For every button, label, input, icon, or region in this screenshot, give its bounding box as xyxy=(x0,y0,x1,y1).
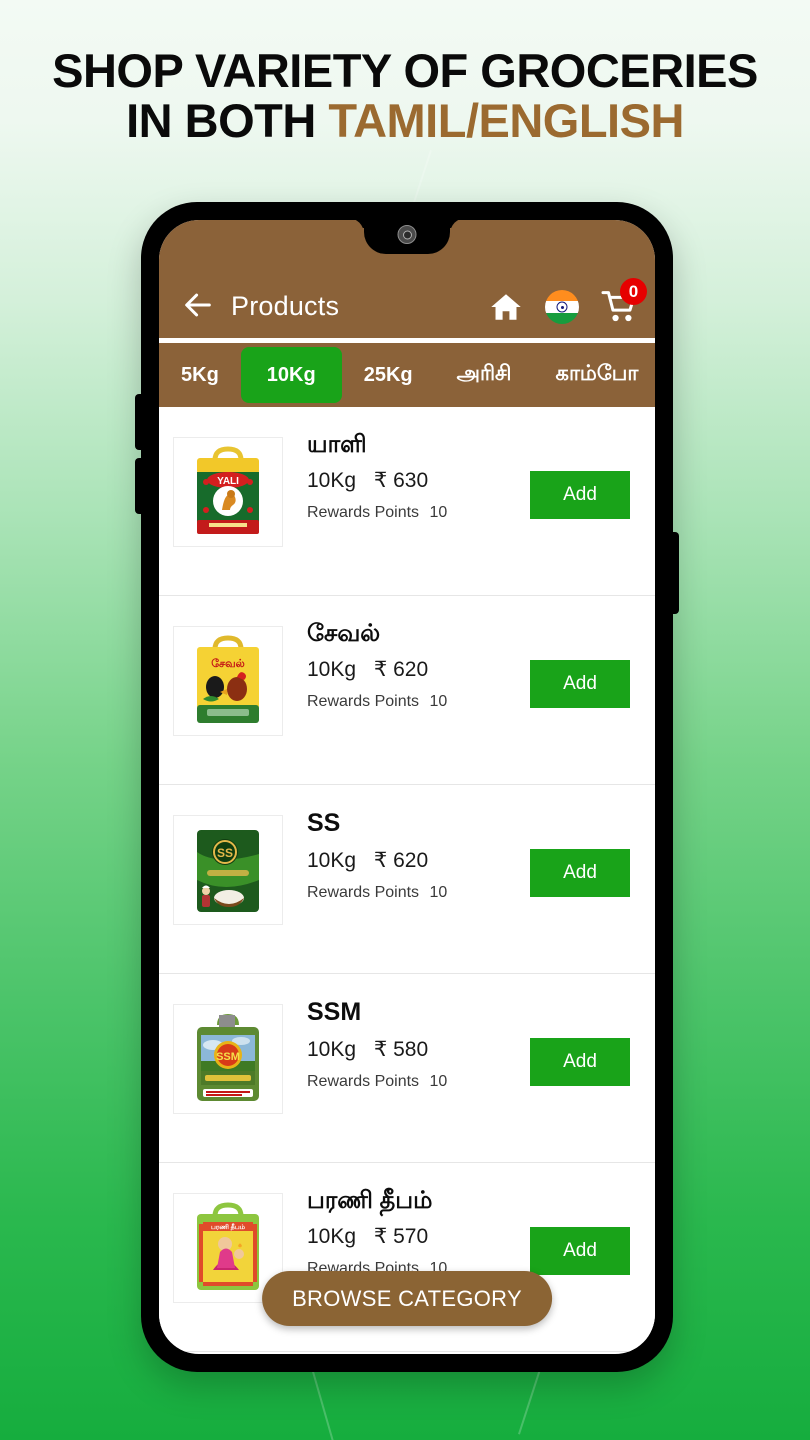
product-price: ₹ 620 xyxy=(373,848,429,872)
product-action: Add xyxy=(505,1179,655,1275)
phone-screen: Products 0 5Kg 10Kg 25Kg அரிசி காம்போ YA… xyxy=(159,220,655,1354)
category-tab-strip[interactable]: 5Kg 10Kg 25Kg அரிசி காம்போ xyxy=(159,343,655,407)
headline-line-1: SHOP VARIETY OF GROCERIES xyxy=(52,44,758,97)
tab-5kg[interactable]: 5Kg xyxy=(159,347,241,403)
product-action: Add xyxy=(505,801,655,897)
tab-combo[interactable]: காம்போ xyxy=(534,347,655,403)
product-rewards: Rewards Points 10 xyxy=(307,884,505,902)
add-button[interactable]: Add xyxy=(530,660,630,708)
rewards-label: Rewards Points xyxy=(307,1072,420,1090)
svg-text:பரணி தீபம்: பரணி தீபம் xyxy=(211,1222,246,1232)
rewards-value: 10 xyxy=(429,693,448,711)
product-info: சேவல் 10Kg ₹ 620 Rewards Points 10 xyxy=(283,612,505,711)
headline-line-2-plain: IN BOTH xyxy=(126,93,329,147)
cart-button[interactable]: 0 xyxy=(601,278,647,324)
ashoka-chakra-icon xyxy=(556,301,568,313)
product-price: ₹ 620 xyxy=(373,658,429,682)
tab-25kg[interactable]: 25Kg xyxy=(342,347,435,403)
product-info: SSM 10Kg ₹ 580 Rewards Points 10 xyxy=(283,990,505,1091)
phone-mockup: Products 0 5Kg 10Kg 25Kg அரிசி காம்போ YA… xyxy=(135,202,679,1372)
product-weight: 10Kg xyxy=(307,1037,357,1061)
rice-bag-ss-icon: SS xyxy=(197,830,259,912)
browse-category-button[interactable]: BROWSE CATEGORY xyxy=(262,1271,552,1326)
rewards-label: Rewards Points xyxy=(307,693,420,711)
product-action: Add xyxy=(505,612,655,708)
flag-stripe-green xyxy=(545,312,579,324)
phone-notch xyxy=(364,220,450,254)
power-button[interactable] xyxy=(671,532,679,614)
product-meta: 10Kg ₹ 580 xyxy=(307,1037,505,1062)
add-button[interactable]: Add xyxy=(530,849,630,897)
front-camera-icon xyxy=(397,225,417,244)
product-action: Add xyxy=(505,423,655,519)
rewards-label: Rewards Points xyxy=(307,883,420,901)
table-row[interactable]: சேவல் சேவல் 10Kg ₹ 620 Rewards Points 10… xyxy=(159,596,655,785)
rewards-label: Rewards Points xyxy=(307,504,420,522)
product-name: SSM xyxy=(307,998,362,1026)
rewards-value: 10 xyxy=(429,883,448,901)
rice-bag-parani-deepam-icon: பரணி தீபம் xyxy=(197,1202,259,1290)
home-icon xyxy=(491,294,521,320)
promo-screenshot: SHOP VARIETY OF GROCERIES IN BOTH TAMIL/… xyxy=(0,0,810,1440)
headline-line-2: IN BOTH TAMIL/ENGLISH xyxy=(0,93,810,147)
add-button[interactable]: Add xyxy=(530,1227,630,1275)
flag-stripe-saffron xyxy=(545,290,579,302)
rewards-value: 10 xyxy=(429,1072,448,1090)
product-meta: 10Kg ₹ 630 xyxy=(307,468,505,493)
svg-text:SSM: SSM xyxy=(216,1051,240,1063)
rice-bag-seval-icon: சேவல் xyxy=(197,635,259,723)
product-rewards: Rewards Points 10 xyxy=(307,1073,505,1091)
volume-down-button[interactable] xyxy=(135,458,143,514)
app-bar: Products 0 xyxy=(159,220,655,338)
product-thumbnail: SS xyxy=(173,815,283,925)
product-weight: 10Kg xyxy=(307,1225,357,1249)
product-info: யாளி 10Kg ₹ 630 Rewards Points 10 xyxy=(283,423,505,522)
product-name: பரணி தீபம் xyxy=(307,1187,433,1214)
rice-bag-yali-icon: YALI xyxy=(197,446,259,534)
product-weight: 10Kg xyxy=(307,658,357,682)
product-action: Add xyxy=(505,990,655,1086)
product-name: யாளி xyxy=(307,431,367,458)
product-meta: 10Kg ₹ 620 xyxy=(307,657,505,682)
product-name: SS xyxy=(307,809,341,837)
product-thumbnail: SSM xyxy=(173,1004,283,1114)
product-name: சேவல் xyxy=(307,620,381,647)
table-row[interactable]: SSM SSM 10Kg ₹ 580 Rewards Points 10 Add xyxy=(159,974,655,1163)
svg-text:SS: SS xyxy=(217,846,233,860)
product-weight: 10Kg xyxy=(307,848,357,872)
product-weight: 10Kg xyxy=(307,469,357,493)
product-info: பரணி தீபம் 10Kg ₹ 570 Rewards Points 10 xyxy=(283,1179,505,1278)
promo-headline: SHOP VARIETY OF GROCERIES IN BOTH TAMIL/… xyxy=(0,46,810,146)
product-thumbnail: சேவல் xyxy=(173,626,283,736)
table-row[interactable]: YALI யாளி 10Kg ₹ 630 Rewards Points 10 A… xyxy=(159,407,655,596)
product-thumbnail: YALI xyxy=(173,437,283,547)
rewards-value: 10 xyxy=(429,504,448,522)
product-meta: 10Kg ₹ 620 xyxy=(307,848,505,873)
svg-text:YALI: YALI xyxy=(217,476,239,487)
arrow-left-icon xyxy=(185,293,211,317)
headline-accent: TAMIL/ENGLISH xyxy=(328,93,684,147)
language-flag-button[interactable] xyxy=(545,290,579,324)
product-price: ₹ 580 xyxy=(373,1037,429,1061)
product-meta: 10Kg ₹ 570 xyxy=(307,1224,505,1249)
page-title: Products xyxy=(231,291,340,321)
product-rewards: Rewards Points 10 xyxy=(307,693,505,711)
product-rewards: Rewards Points 10 xyxy=(307,504,505,522)
back-button[interactable] xyxy=(179,286,217,324)
product-price: ₹ 630 xyxy=(373,469,429,493)
add-button[interactable]: Add xyxy=(530,1038,630,1086)
product-info: SS 10Kg ₹ 620 Rewards Points 10 xyxy=(283,801,505,902)
volume-up-button[interactable] xyxy=(135,394,143,450)
tab-arisi[interactable]: அரிசி xyxy=(435,347,534,403)
svg-text:சேவல்: சேவல் xyxy=(211,658,245,670)
home-button[interactable] xyxy=(489,290,523,324)
cart-count-badge: 0 xyxy=(620,278,647,305)
table-row[interactable]: SS SS 10Kg ₹ 620 Rewards Points 10 Add xyxy=(159,785,655,974)
tab-10kg[interactable]: 10Kg xyxy=(240,347,342,403)
product-list: YALI யாளி 10Kg ₹ 630 Rewards Points 10 A… xyxy=(159,407,655,1352)
app-bar-actions: 0 xyxy=(489,278,647,324)
rice-bag-ssm-icon: SSM xyxy=(197,1013,259,1101)
product-price: ₹ 570 xyxy=(373,1225,429,1249)
add-button[interactable]: Add xyxy=(530,471,630,519)
